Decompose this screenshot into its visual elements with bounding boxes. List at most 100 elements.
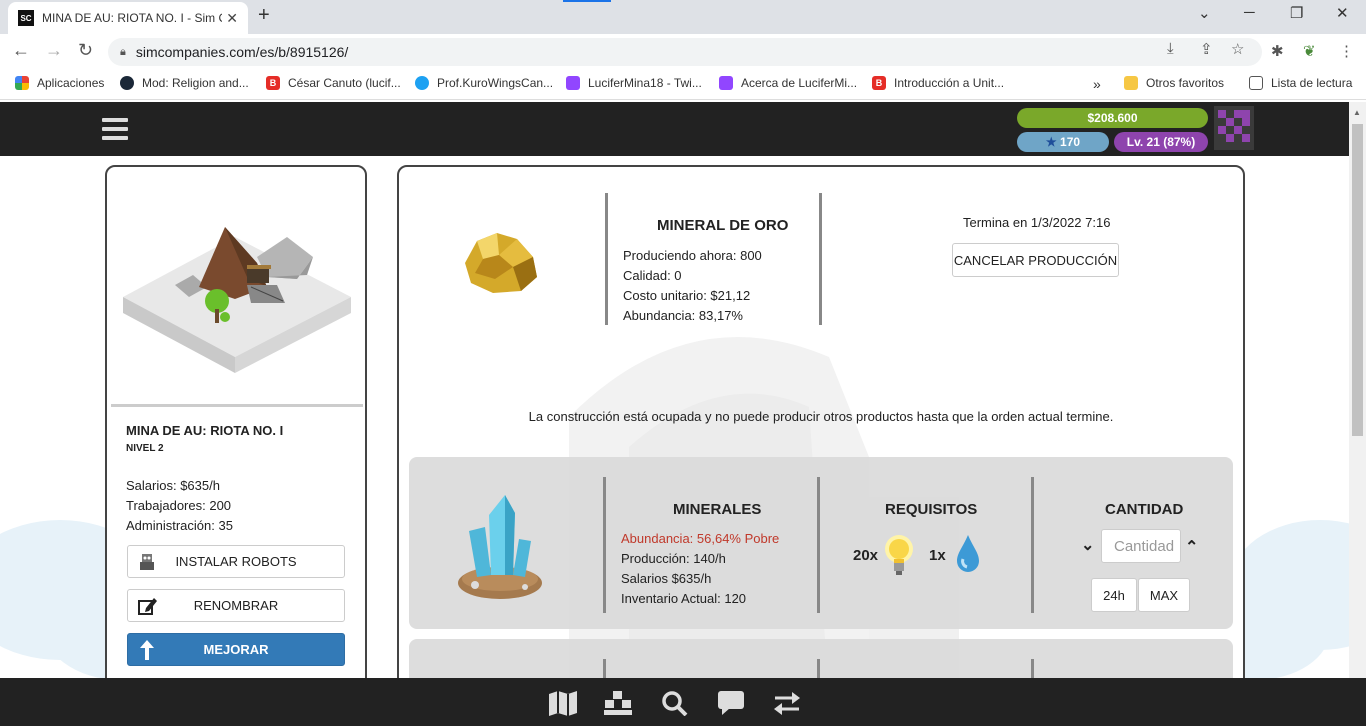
app-header: $208.600 ★ 170 Lv. 21 (87%) [0,102,1366,156]
minerals-crystal-icon [458,495,542,599]
bookmark-label: Introducción a Unit... [894,76,1005,90]
requirement-electricity-amount: 20x [853,547,879,564]
company-logo-avatar[interactable] [1214,106,1254,150]
gold-mine-illustration [123,227,351,373]
page-scrollbar[interactable]: ▲ [1349,102,1366,678]
chevron-down-icon[interactable]: ⌄ [1081,535,1094,555]
resource-title: MINERALES [673,501,762,518]
close-tab-icon[interactable]: ✕ [226,10,238,27]
lightbulb-icon[interactable] [883,533,915,579]
folder-icon [1124,76,1138,90]
search-icon[interactable] [660,690,690,716]
chevron-up-icon[interactable]: ⌃ [1185,537,1198,557]
new-tab-icon[interactable]: + [258,4,270,27]
map-icon[interactable] [548,690,578,716]
resource-production: Producción: 140/h [621,551,726,566]
reading-list[interactable]: Lista de lectura [1249,76,1352,90]
gold-ore-icon [465,233,537,293]
bookmark-twitter[interactable]: Prof.KuroWingsCan... [415,76,553,90]
bookmark-apps[interactable]: Aplicaciones [15,76,104,90]
rename-button[interactable]: RENOMBRAR [127,589,345,622]
bookmarks-bar: Aplicaciones Mod: Religion and... B Césa… [0,70,1366,100]
bookmark-twitch-1[interactable]: LuciferMina18 - Twi... [566,76,702,90]
upgrade-button[interactable]: MEJORAR [127,633,345,666]
bottom-navigation [0,678,1366,726]
edit-icon [138,598,157,615]
more-bookmarks-icon[interactable]: » [1093,76,1101,92]
url-text: simcompanies.com/es/b/8915126/ [135,44,349,60]
bookmark-label: Aplicaciones [37,76,105,90]
bookmark-blogger-1[interactable]: B César Canuto (lucif... [266,76,401,90]
busy-message: La construcción está ocupada y no puede … [528,409,1114,424]
close-window-icon[interactable]: ✕ [1336,4,1349,22]
separator [1031,477,1034,613]
building-level: NIVEL 2 [126,443,164,454]
production-panel: MINERAL DE ORO Produciendo ahora: 800 Ca… [397,165,1245,695]
back-icon[interactable]: ← [12,40,30,61]
twitter-icon [415,76,429,90]
arrow-up-icon [140,640,154,660]
browser-tab[interactable]: SC MINA DE AU: RIOTA NO. I - Sim C ✕ [8,2,248,34]
warehouse-icon[interactable] [603,690,633,716]
resource-abundance: Abundancia: 56,64% Pobre [621,531,780,546]
separator [819,193,822,325]
upgrade-label: MEJORAR [203,642,269,657]
building-info-panel: MINA DE AU: RIOTA NO. I NIVEL 2 Salarios… [105,165,367,695]
quality: Calidad: 0 [623,268,682,283]
stars-value: 170 [1060,135,1081,149]
stars-badge[interactable]: ★ 170 [1017,132,1109,152]
chat-icon[interactable] [716,690,746,716]
separator [603,477,606,613]
simcompanies-favicon-icon: SC [18,10,34,26]
restore-icon[interactable]: ❐ [1290,4,1303,22]
robot-icon [140,554,154,570]
producing-now: Produciendo ahora: 800 [623,248,762,263]
extension-icon[interactable]: ❦ [1303,42,1316,60]
tab-search-chevron-icon[interactable]: ⌄ [1198,4,1211,22]
quantity-24h-button[interactable]: 24h [1091,578,1137,612]
level-badge[interactable]: Lv. 21 (87%) [1114,132,1208,152]
bookmark-blogger-2[interactable]: B Introducción a Unit... [872,76,1004,90]
twitch-icon [719,76,733,90]
chrome-menu-icon[interactable]: ⋮ [1339,42,1354,60]
share-icon[interactable]: ⇪ [1200,40,1213,58]
bookmark-star-icon[interactable]: ☆ [1231,40,1244,58]
building-name: MINA DE AU: RIOTA NO. I [126,423,284,438]
install-robots-button[interactable]: INSTALAR ROBOTS [127,545,345,578]
bookmark-other-favorites[interactable]: Otros favoritos [1124,76,1224,90]
quantity-max-button[interactable]: MAX [1138,578,1190,612]
bookmark-twitch-2[interactable]: Acerca de LuciferMi... [719,76,857,90]
bookmark-label: Mod: Religion and... [142,76,249,90]
reading-list-icon [1249,76,1263,90]
bookmark-steam[interactable]: Mod: Religion and... [120,76,249,90]
forward-icon[interactable]: → [45,40,63,61]
cancel-production-button[interactable]: CANCELAR PRODUCCIÓN [952,243,1119,277]
menu-hamburger-icon[interactable] [102,118,128,140]
bookmark-label: Prof.KuroWingsCan... [437,76,554,90]
requirement-water-amount: 1x [929,547,946,564]
star-icon: ★ [1045,135,1057,149]
money-badge[interactable]: $208.600 [1017,108,1208,128]
quantity-input[interactable] [1101,529,1181,563]
browser-tab-bar: SC MINA DE AU: RIOTA NO. I - Sim C ✕ + ⌄… [0,0,1366,34]
rename-label: RENOMBRAR [193,598,279,613]
install-app-icon[interactable]: ⤓ [1167,40,1174,57]
reload-icon[interactable]: ↻ [78,40,93,61]
scroll-up-icon[interactable]: ▲ [1353,108,1361,117]
separator [817,477,820,613]
extensions-puzzle-icon[interactable]: ✱ [1271,42,1284,60]
scrollbar-thumb[interactable] [1352,124,1363,436]
bookmark-label: Acerca de LuciferMi... [741,76,858,90]
exchange-icon[interactable] [772,690,802,716]
bookmark-label: LuciferMina18 - Twi... [588,76,702,90]
minimize-icon[interactable]: ─ [1244,4,1255,21]
address-bar[interactable]: 🔒︎ simcompanies.com/es/b/8915126/ [108,38,1262,66]
browser-toolbar: ← → ↻ 🔒︎ simcompanies.com/es/b/8915126/ … [0,34,1366,70]
water-drop-icon[interactable] [953,531,983,577]
salaries-stat: Salarios: $635/h [126,478,220,493]
administration-stat: Administración: 35 [126,518,233,533]
resource-card: MINERALES Abundancia: 56,64% Pobre Produ… [409,457,1233,629]
tab-title: MINA DE AU: RIOTA NO. I - Sim C [42,11,222,25]
divider [111,404,363,407]
separator [605,193,608,325]
